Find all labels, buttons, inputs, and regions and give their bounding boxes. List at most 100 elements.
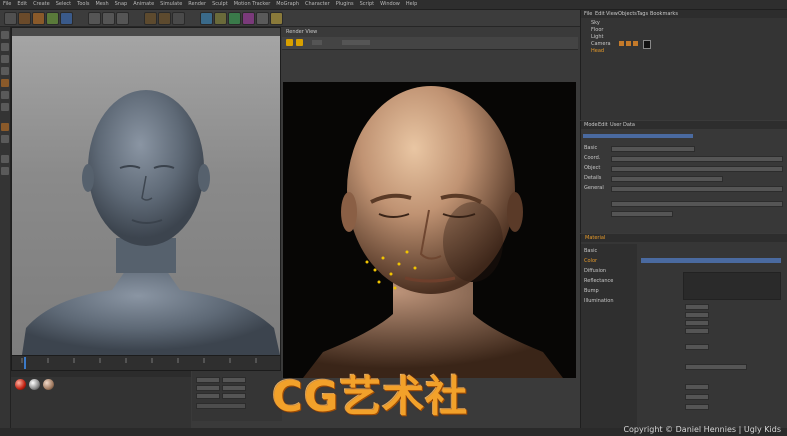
attr-tab-mode[interactable]: Mode [584,122,598,128]
texture-tag-icon[interactable] [643,40,651,49]
channel-diffusion[interactable]: Diffusion [584,268,606,274]
channel-illumination[interactable]: Illumination [584,298,614,304]
menu-snap[interactable]: Snap [112,0,131,9]
mat-field-9[interactable] [685,404,709,410]
z-axis-icon[interactable] [116,12,129,25]
om-tab-view[interactable]: View [606,11,618,17]
light-icon[interactable] [270,12,283,25]
mat-field-5[interactable] [685,344,709,350]
menu-motion-tracker[interactable]: Motion Tracker [231,0,274,9]
coord-x-field[interactable] [196,377,220,383]
undo-icon[interactable] [4,12,17,25]
lock-icon[interactable] [1,167,9,175]
nurbs-icon[interactable] [228,12,241,25]
om-tab-edit[interactable]: Edit [595,11,605,17]
object-sky[interactable]: Sky [591,20,600,26]
menu-tools[interactable]: Tools [74,0,92,9]
move-icon[interactable] [32,12,45,25]
mat-field-1[interactable] [685,304,709,310]
polygons-mode-icon[interactable] [1,103,9,111]
menu-mesh[interactable]: Mesh [92,0,111,9]
menu-render[interactable]: Render [185,0,209,9]
mat-field-7[interactable] [685,384,709,390]
menu-mograph[interactable]: MoGraph [273,0,302,9]
object-light[interactable]: Light [591,34,603,40]
om-tab-file[interactable]: File [584,11,592,17]
coord-b-field[interactable] [222,393,246,399]
mat-field-6[interactable] [685,364,747,370]
coord-p-field[interactable] [222,385,246,391]
make-editable-icon[interactable] [1,31,9,39]
attr-tab-strip[interactable] [583,134,693,138]
workplane-icon[interactable] [1,67,9,75]
menu-plugins[interactable]: Plugins [333,0,357,9]
x-axis-icon[interactable] [88,12,101,25]
apply-button[interactable] [196,403,246,409]
mat-field-2[interactable] [685,312,709,318]
attr-field-3[interactable] [611,166,783,172]
tweak-mode-icon[interactable] [1,135,9,143]
cube-icon[interactable] [200,12,213,25]
render-view-icon[interactable] [144,12,157,25]
y-axis-icon[interactable] [102,12,115,25]
camera-icon[interactable] [256,12,269,25]
menu-select[interactable]: Select [53,0,74,9]
timeline[interactable] [11,355,281,371]
object-head[interactable]: Head [591,48,604,54]
channel-color[interactable]: Color [584,258,597,264]
coord-y-field[interactable] [196,385,220,391]
attr-tab-edit[interactable]: Edit [598,122,608,128]
material-tab-strip[interactable] [641,258,781,263]
menu-simulate[interactable]: Simulate [157,0,185,9]
object-camera[interactable]: Camera [591,41,611,47]
stop-icon[interactable] [296,39,303,46]
menu-script[interactable]: Script [357,0,378,9]
channel-bump[interactable]: Bump [584,288,599,294]
play-icon[interactable] [286,39,293,46]
deformer-icon[interactable] [242,12,255,25]
menu-window[interactable]: Window [377,0,403,9]
tag-icon[interactable] [626,41,631,46]
material-grey[interactable] [29,379,40,390]
om-tab-tags[interactable]: Tags [637,11,648,17]
viewport-perspective[interactable] [11,27,281,356]
menu-character[interactable]: Character [302,0,333,9]
attr-field-6[interactable] [611,201,783,207]
menu-sculpt[interactable]: Sculpt [209,0,231,9]
om-tab-bookmarks[interactable]: Bookmarks [650,11,678,17]
menu-file[interactable]: File [0,0,14,9]
tag-icon[interactable] [619,41,624,46]
mat-field-8[interactable] [685,394,709,400]
coord-h-field[interactable] [222,377,246,383]
mat-field-3[interactable] [685,320,709,326]
texture-mode-icon[interactable] [1,55,9,63]
spline-icon[interactable] [214,12,227,25]
render-picture-icon[interactable] [158,12,171,25]
channel-basic[interactable]: Basic [584,248,597,254]
attr-tab-user-data[interactable]: User Data [610,122,635,128]
attr-field-1[interactable] [611,146,695,152]
mat-field-4[interactable] [685,328,709,334]
attr-field-4[interactable] [611,176,723,182]
axis-mode-icon[interactable] [1,123,9,131]
rotate-icon[interactable] [60,12,73,25]
tag-icon[interactable] [633,41,638,46]
menu-help[interactable]: Help [403,0,420,9]
attr-field-5[interactable] [611,186,783,192]
model-mode-icon[interactable] [1,43,9,51]
scale-icon[interactable] [46,12,59,25]
menu-animate[interactable]: Animate [130,0,157,9]
coord-z-field[interactable] [196,393,220,399]
render-option-1[interactable] [312,40,322,45]
menu-edit[interactable]: Edit [14,0,30,9]
edges-mode-icon[interactable] [1,91,9,99]
channel-reflectance[interactable]: Reflectance [584,278,613,284]
snap-icon[interactable] [1,155,9,163]
object-floor[interactable]: Floor [591,27,603,33]
material-red[interactable] [15,379,26,390]
attr-field-7[interactable] [611,211,673,217]
render-settings-icon[interactable] [172,12,185,25]
menu-create[interactable]: Create [30,0,53,9]
points-mode-icon[interactable] [1,79,9,87]
om-tab-objects[interactable]: Objects [618,11,637,17]
